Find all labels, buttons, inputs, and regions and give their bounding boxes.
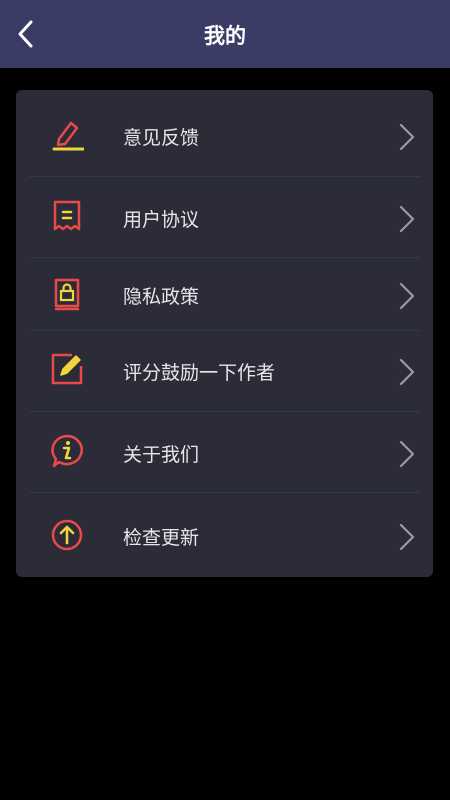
- chevron-right-icon: [399, 523, 415, 551]
- settings-menu-card: 意见反馈 用户协议 隐私政策 评分鼓励一下作者 关于我们 检查更新: [16, 90, 433, 577]
- menu-item-label: 用户协议: [123, 209, 200, 231]
- agreement-document-icon: [50, 199, 84, 233]
- top-bar: 我的: [0, 0, 450, 68]
- chevron-right-icon: [399, 358, 415, 386]
- chevron-right-icon: [399, 205, 415, 233]
- menu-item-user-agreement[interactable]: 用户协议: [16, 177, 433, 258]
- menu-item-privacy-policy[interactable]: 隐私政策: [16, 258, 433, 331]
- update-arrow-icon: [50, 518, 84, 552]
- rate-pencil-icon: [50, 352, 84, 386]
- edit-feedback-icon: [50, 117, 84, 151]
- menu-item-feedback[interactable]: 意见反馈: [16, 90, 433, 177]
- menu-item-check-update[interactable]: 检查更新: [16, 493, 433, 577]
- menu-item-rate-app[interactable]: 评分鼓励一下作者: [16, 331, 433, 412]
- menu-item-label: 隐私政策: [123, 286, 200, 308]
- menu-item-label: 评分鼓励一下作者: [123, 362, 276, 384]
- chevron-right-icon: [399, 440, 415, 468]
- menu-item-about-us[interactable]: 关于我们: [16, 412, 433, 493]
- privacy-lock-icon: [50, 277, 84, 311]
- info-bubble-icon: [50, 434, 84, 468]
- page-title: 我的: [204, 24, 246, 48]
- menu-item-label: 检查更新: [123, 527, 200, 549]
- chevron-right-icon: [399, 123, 415, 151]
- chevron-right-icon: [399, 282, 415, 310]
- menu-item-label: 关于我们: [123, 444, 200, 466]
- menu-item-label: 意见反馈: [123, 127, 200, 149]
